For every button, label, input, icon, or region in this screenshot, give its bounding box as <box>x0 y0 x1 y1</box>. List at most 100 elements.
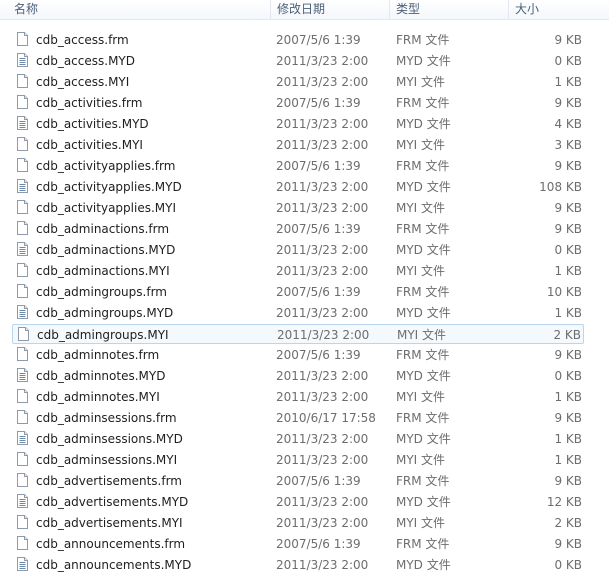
file-type: MYI 文件 <box>396 453 446 467</box>
file-row[interactable]: cdb_announcements.frm 2007/5/6 1:39 FRM … <box>12 534 584 554</box>
file-row[interactable]: cdb_access.MYI 2011/3/23 2:00 MYI 文件 1 K… <box>12 72 584 92</box>
file-type: MYD 文件 <box>396 243 451 257</box>
file-size: 9 KB <box>554 33 582 47</box>
column-header-type[interactable]: 类型 <box>389 0 507 20</box>
file-modified-date: 2011/3/23 2:00 <box>276 75 369 89</box>
plain-file-icon <box>17 284 28 298</box>
file-name: cdb_adminnotes.MYD <box>36 369 166 383</box>
data-file-icon <box>17 431 28 445</box>
column-header-size[interactable]: 大小 <box>508 0 609 20</box>
file-row[interactable]: cdb_advertisements.MYD 2011/3/23 2:00 MY… <box>12 492 584 512</box>
file-modified-date: 2011/3/23 2:00 <box>276 54 369 68</box>
file-size: 0 KB <box>554 369 582 383</box>
file-size: 9 KB <box>554 96 582 110</box>
file-size: 9 KB <box>554 348 582 362</box>
plain-file-icon <box>17 32 28 46</box>
file-modified-date: 2011/3/23 2:00 <box>276 201 369 215</box>
file-name: cdb_adminsessions.frm <box>36 411 177 425</box>
file-name: cdb_access.MYD <box>36 54 136 68</box>
file-modified-date: 2007/5/6 1:39 <box>276 33 361 47</box>
plain-file-icon <box>17 347 28 361</box>
file-type: FRM 文件 <box>396 348 450 362</box>
file-size: 108 KB <box>539 180 582 194</box>
data-file-icon <box>17 242 28 256</box>
file-modified-date: 2011/3/23 2:00 <box>276 495 369 509</box>
file-row[interactable]: cdb_access.MYD 2011/3/23 2:00 MYD 文件 0 K… <box>12 51 584 71</box>
column-header-name[interactable]: 名称 <box>8 0 274 20</box>
file-row[interactable]: cdb_admingroups.MYD 2011/3/23 2:00 MYD 文… <box>12 303 584 323</box>
file-modified-date: 2007/5/6 1:39 <box>276 348 361 362</box>
file-type: MYI 文件 <box>396 75 446 89</box>
plain-file-icon <box>17 515 28 529</box>
file-row[interactable]: cdb_admingroups.MYI 2011/3/23 2:00 MYI 文… <box>12 324 584 344</box>
data-file-icon <box>17 557 28 571</box>
file-size: 1 KB <box>554 390 582 404</box>
file-row[interactable]: cdb_advertisements.frm 2007/5/6 1:39 FRM… <box>12 471 584 491</box>
file-size: 0 KB <box>554 54 582 68</box>
file-name: cdb_activities.MYI <box>36 138 143 152</box>
file-row[interactable]: cdb_adminnotes.MYI 2011/3/23 2:00 MYI 文件… <box>12 387 584 407</box>
plain-file-icon <box>18 327 29 341</box>
file-name: cdb_admingroups.MYI <box>37 328 169 342</box>
file-size: 9 KB <box>554 411 582 425</box>
file-row[interactable]: cdb_adminactions.MYD 2011/3/23 2:00 MYD … <box>12 240 584 260</box>
file-size: 2 KB <box>553 328 581 342</box>
file-name: cdb_adminactions.frm <box>36 222 170 236</box>
file-type: MYI 文件 <box>396 390 446 404</box>
file-row[interactable]: cdb_access.frm 2007/5/6 1:39 FRM 文件 9 KB <box>12 30 584 50</box>
file-row[interactable]: cdb_admingroups.frm 2007/5/6 1:39 FRM 文件… <box>12 282 584 302</box>
file-size: 1 KB <box>554 75 582 89</box>
file-type: FRM 文件 <box>396 33 450 47</box>
data-file-icon <box>17 116 28 130</box>
file-type: MYD 文件 <box>396 558 451 572</box>
file-modified-date: 2011/3/23 2:00 <box>276 558 369 572</box>
file-modified-date: 2007/5/6 1:39 <box>276 96 361 110</box>
file-size: 1 KB <box>554 432 582 446</box>
file-row[interactable]: cdb_adminactions.MYI 2011/3/23 2:00 MYI … <box>12 261 584 281</box>
file-size: 9 KB <box>554 222 582 236</box>
file-modified-date: 2011/3/23 2:00 <box>276 453 369 467</box>
file-size: 10 KB <box>546 285 582 299</box>
file-name: cdb_adminactions.MYD <box>36 243 176 257</box>
file-row[interactable]: cdb_activities.frm 2007/5/6 1:39 FRM 文件 … <box>12 93 584 113</box>
file-type: MYD 文件 <box>396 117 451 131</box>
file-name: cdb_advertisements.frm <box>36 474 182 488</box>
data-file-icon <box>17 305 28 319</box>
file-modified-date: 2011/3/23 2:00 <box>276 264 369 278</box>
file-row[interactable]: cdb_activityapplies.MYI 2011/3/23 2:00 M… <box>12 198 584 218</box>
file-name: cdb_advertisements.MYD <box>36 495 189 509</box>
file-modified-date: 2007/5/6 1:39 <box>276 222 361 236</box>
file-row[interactable]: cdb_adminsessions.MYI 2011/3/23 2:00 MYI… <box>12 450 584 470</box>
file-modified-date: 2011/3/23 2:00 <box>277 328 370 342</box>
file-row[interactable]: cdb_adminnotes.frm 2007/5/6 1:39 FRM 文件 … <box>12 345 584 365</box>
file-row[interactable]: cdb_activityapplies.frm 2007/5/6 1:39 FR… <box>12 156 584 176</box>
file-type: MYI 文件 <box>397 328 447 342</box>
file-type: FRM 文件 <box>396 474 450 488</box>
file-modified-date: 2011/3/23 2:00 <box>276 243 369 257</box>
file-modified-date: 2007/5/6 1:39 <box>276 474 361 488</box>
file-modified-date: 2011/3/23 2:00 <box>276 117 369 131</box>
data-file-icon <box>17 179 28 193</box>
file-row[interactable]: cdb_adminsessions.MYD 2011/3/23 2:00 MYD… <box>12 429 584 449</box>
file-row[interactable]: cdb_adminactions.frm 2007/5/6 1:39 FRM 文… <box>12 219 584 239</box>
file-type: MYI 文件 <box>396 138 446 152</box>
file-size: 1 KB <box>554 264 582 278</box>
file-size: 2 KB <box>554 516 582 530</box>
file-name: cdb_admingroups.MYD <box>36 306 174 320</box>
plain-file-icon <box>17 74 28 88</box>
file-name: cdb_adminsessions.MYD <box>36 432 183 446</box>
file-modified-date: 2011/3/23 2:00 <box>276 516 369 530</box>
file-size: 0 KB <box>554 243 582 257</box>
file-name: cdb_announcements.MYD <box>36 558 192 572</box>
file-row[interactable]: cdb_announcements.MYD 2011/3/23 2:00 MYD… <box>12 555 584 575</box>
file-row[interactable]: cdb_activityapplies.MYD 2011/3/23 2:00 M… <box>12 177 584 197</box>
file-modified-date: 2011/3/23 2:00 <box>276 369 369 383</box>
column-header-date[interactable]: 修改日期 <box>270 0 388 20</box>
file-row[interactable]: cdb_adminnotes.MYD 2011/3/23 2:00 MYD 文件… <box>12 366 584 386</box>
file-row[interactable]: cdb_activities.MYI 2011/3/23 2:00 MYI 文件… <box>12 135 584 155</box>
file-row[interactable]: cdb_adminsessions.frm 2010/6/17 17:58 FR… <box>12 408 584 428</box>
file-row[interactable]: cdb_advertisements.MYI 2011/3/23 2:00 MY… <box>12 513 584 533</box>
file-name: cdb_activities.frm <box>36 96 143 110</box>
file-type: MYD 文件 <box>396 180 451 194</box>
file-row[interactable]: cdb_activities.MYD 2011/3/23 2:00 MYD 文件… <box>12 114 584 134</box>
